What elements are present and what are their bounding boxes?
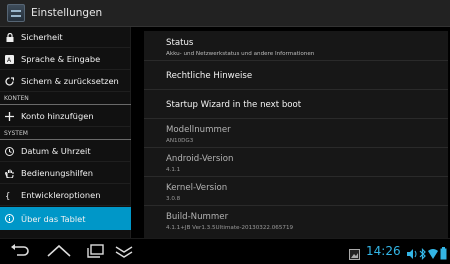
hand-icon [5, 169, 14, 178]
battery-icon [440, 245, 447, 264]
status-subtitle: Akku- und Netzwerkstatus und andere Info… [166, 51, 315, 57]
sidebar-item-label: Über das Tablet [21, 213, 86, 224]
kernel-version-value: 3.0.8 [166, 196, 181, 202]
model-value: AN10DG3 [166, 138, 194, 144]
sidebar-item-label: Datum & Uhrzeit [21, 146, 91, 156]
sidebar-item-security[interactable]: Sicherheit [0, 27, 131, 48]
section-header-system: SYSTEM [0, 128, 131, 140]
sidebar-item-label: Entwickleroptionen [21, 190, 101, 200]
plus-icon [5, 111, 14, 121]
legal-row[interactable]: Rechtliche Hinweise [144, 61, 448, 90]
kernel-version-title: Kernel-Version [166, 183, 228, 193]
status-title: Status [166, 38, 194, 48]
legal-title: Rechtliche Hinweise [166, 71, 253, 81]
braces-icon: { } [5, 191, 14, 200]
model-row: Modellnummer AN10DG3 [144, 119, 448, 148]
sidebar-item-label: Bedienungshilfen [21, 168, 93, 178]
language-icon: A [5, 54, 14, 64]
build-number-title: Build-Nummer [166, 212, 229, 222]
model-title: Modellnummer [166, 125, 231, 135]
about-panel: Status Akku- und Netzwerkstatus und ande… [144, 31, 448, 238]
sidebar-item-backup[interactable]: Sichern & zurücksetzen [0, 71, 131, 92]
sidebar-item-date-time[interactable]: Datum & Uhrzeit [0, 141, 131, 162]
chevron-down-icon [115, 246, 133, 258]
lock-icon [5, 32, 14, 42]
recents-button[interactable] [84, 243, 108, 259]
sidebar-item-accessibility[interactable]: Bedienungshilfen [0, 163, 131, 184]
android-version-title: Android-Version [166, 154, 234, 164]
wifi-icon [428, 245, 438, 264]
settings-content: Status Akku- und Netzwerkstatus und ande… [134, 27, 450, 238]
backup-icon [5, 76, 14, 86]
sidebar-item-label: Sicherheit [21, 32, 63, 42]
home-button[interactable] [46, 243, 71, 259]
wizard-title: Startup Wizard in the next boot [166, 100, 302, 110]
app-title: Einstellungen [31, 7, 103, 19]
sidebar-item-label: Konto hinzufügen [21, 111, 94, 121]
clock-icon [5, 146, 14, 156]
bluetooth-icon [419, 245, 427, 264]
sidebar-item-add-account[interactable]: Konto hinzufügen [0, 106, 131, 127]
home-icon [47, 244, 71, 257]
build-number-row[interactable]: Build-Nummer 4.1.1+JB Ver1.3.5Ultimate-2… [144, 206, 448, 238]
recents-icon [87, 244, 104, 258]
sidebar-item-developer-options[interactable]: { } Entwickleroptionen [0, 185, 131, 206]
build-number-value: 4.1.1+JB Ver1.3.5Ultimate-20130322.06571… [166, 225, 294, 231]
sidebar-item-language[interactable]: A Sprache & Eingabe [0, 49, 131, 70]
info-icon [5, 214, 14, 223]
section-header-accounts: KONTEN [0, 93, 131, 105]
wizard-row[interactable]: Startup Wizard in the next boot [144, 90, 448, 119]
sidebar-item-label: Sichern & zurücksetzen [21, 76, 119, 86]
gallery-icon[interactable] [349, 245, 360, 264]
android-version-value: 4.1.1 [166, 167, 181, 173]
action-bar: Einstellungen [0, 0, 450, 27]
volume-icon [407, 245, 418, 264]
settings-sidebar: Sicherheit A Sprache & Eingabe Sichern &… [0, 27, 131, 238]
status-row[interactable]: Status Akku- und Netzwerkstatus und ande… [144, 31, 448, 61]
back-icon [11, 244, 29, 256]
sidebar-item-about-tablet[interactable]: Über das Tablet [0, 207, 131, 230]
clock[interactable]: 14:26 [366, 244, 401, 258]
sidebar-item-label: Sprache & Eingabe [21, 54, 101, 64]
kernel-version-row: Kernel-Version 3.0.8 [144, 177, 448, 206]
svg-text:{ }: { } [5, 192, 14, 200]
back-button[interactable] [8, 243, 32, 259]
settings-app-icon[interactable] [7, 4, 25, 22]
system-navigation-bar: 14:26 [0, 238, 450, 264]
android-version-row[interactable]: Android-Version 4.1.1 [144, 148, 448, 177]
hide-bar-button[interactable] [113, 243, 137, 259]
